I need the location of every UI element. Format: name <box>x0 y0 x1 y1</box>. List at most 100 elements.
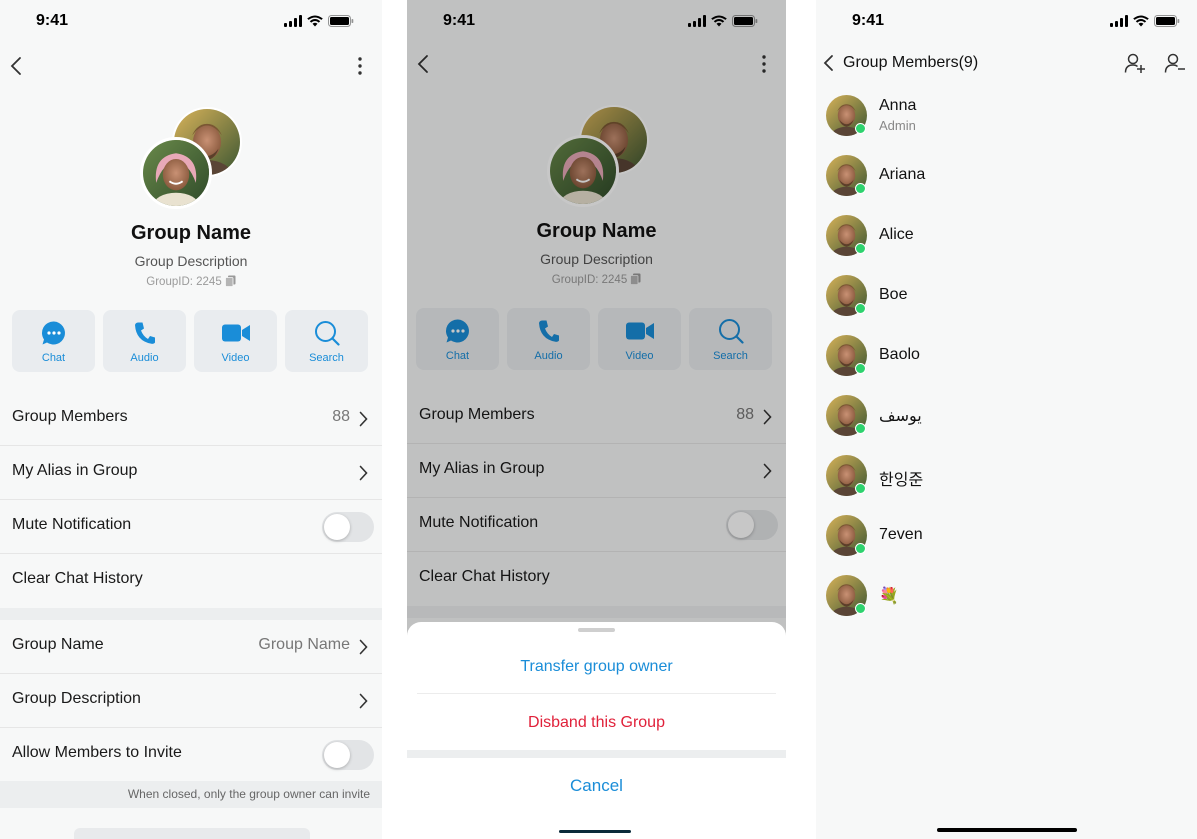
disband-group-option[interactable]: Disband this Group <box>417 694 776 750</box>
member-row[interactable]: Alice <box>826 215 1186 259</box>
online-indicator <box>855 303 866 314</box>
invite-hint: When closed, only the group owner can in… <box>0 781 382 808</box>
group-name-label: Group Name <box>12 636 104 653</box>
allow-invite-toggle[interactable] <box>322 740 374 770</box>
online-indicator <box>855 483 866 494</box>
transfer-owner-option[interactable]: Transfer group owner <box>417 638 776 694</box>
members-header: Group Members(9) <box>816 48 1197 78</box>
section-divider <box>0 608 382 620</box>
member-name: Anna <box>879 97 917 114</box>
chevron-right-icon <box>359 693 368 709</box>
group-avatar <box>140 107 244 211</box>
member-name: Boe <box>879 286 908 303</box>
online-indicator <box>855 603 866 614</box>
search-label: Search <box>309 352 344 364</box>
member-row[interactable]: Baolo <box>826 335 1186 379</box>
battery-icon <box>1154 15 1180 27</box>
chevron-right-icon <box>359 639 368 655</box>
home-indicator <box>559 830 631 833</box>
my-alias-row[interactable]: My Alias in Group <box>0 446 382 500</box>
home-indicator <box>937 828 1077 832</box>
clear-chat-history-label: Clear Chat History <box>12 570 143 587</box>
group-members-count: 88 <box>332 408 350 425</box>
status-time: 9:41 <box>36 12 69 29</box>
cancel-button[interactable]: Cancel <box>407 776 786 796</box>
allow-invite-label: Allow Members to Invite <box>12 744 182 761</box>
group-id-text: GroupID: 2245 <box>146 276 222 288</box>
more-vertical-icon[interactable] <box>352 55 368 77</box>
action-sheet: Transfer group owner Disband this Group … <box>407 622 786 839</box>
status-icons <box>284 15 354 27</box>
clear-chat-history-row[interactable]: Clear Chat History <box>0 554 382 608</box>
member-row[interactable]: Anna Admin <box>826 95 1186 139</box>
group-description-row[interactable]: Group Description <box>0 674 382 728</box>
member-row[interactable]: Boe <box>826 275 1186 319</box>
online-indicator <box>855 363 866 374</box>
member-row[interactable]: 💐 <box>826 575 1186 619</box>
online-indicator <box>855 123 866 134</box>
allow-invite-row: Allow Members to Invite <box>0 728 382 782</box>
phone-icon <box>134 322 155 344</box>
members-title: Group Members(9) <box>843 54 979 71</box>
mute-notification-row: Mute Notification <box>0 500 382 554</box>
group-description-label: Group Description <box>12 690 141 707</box>
member-name: 한잉준 <box>879 472 924 489</box>
group-settings-screen: 9:41 Group Name Group Description GroupI… <box>0 0 382 839</box>
signal-icon <box>284 15 302 27</box>
member-row[interactable]: يوسف <box>826 395 1186 439</box>
group-settings-sheet-screen: 9:41 Group Name Group Description GroupI… <box>407 0 786 839</box>
bottom-action-button[interactable] <box>74 828 310 839</box>
mute-notification-toggle[interactable] <box>322 512 374 542</box>
group-members-label: Group Members <box>12 408 128 425</box>
audio-button[interactable]: Audio <box>103 310 186 372</box>
search-icon <box>314 321 340 346</box>
group-description: Group Description <box>134 253 248 269</box>
back-arrow-icon[interactable] <box>821 54 835 72</box>
group-name-value: Group Name <box>258 636 350 653</box>
status-time: 9:41 <box>852 12 885 29</box>
member-role: Admin <box>879 118 916 133</box>
member-row[interactable]: 7even <box>826 515 1186 559</box>
my-alias-label: My Alias in Group <box>12 462 138 479</box>
group-title: Group Name <box>130 222 252 244</box>
remove-member-icon[interactable] <box>1164 52 1186 74</box>
member-name: Alice <box>879 226 914 243</box>
quick-actions: Chat Audio Video Search <box>12 310 368 372</box>
online-indicator <box>855 243 866 254</box>
back-arrow-icon[interactable] <box>7 54 25 78</box>
search-button[interactable]: Search <box>285 310 368 372</box>
status-icons <box>1110 15 1180 27</box>
chevron-right-icon <box>359 465 368 481</box>
member-row[interactable]: 한잉준 <box>826 455 1186 499</box>
member-name: يوسف <box>879 408 922 425</box>
sheet-divider <box>407 750 786 758</box>
group-id: GroupID: 2245 <box>0 275 382 288</box>
member-name: 7even <box>879 526 923 543</box>
online-indicator <box>855 423 866 434</box>
wifi-icon <box>1133 15 1149 27</box>
status-bar: 9:41 <box>816 0 1197 44</box>
toggle-knob <box>324 514 350 540</box>
member-row[interactable]: Ariana <box>826 155 1186 199</box>
chat-button[interactable]: Chat <box>12 310 95 372</box>
battery-icon <box>328 15 354 27</box>
chat-label: Chat <box>41 352 66 364</box>
video-label: Video <box>221 352 250 364</box>
wifi-icon <box>307 15 323 27</box>
group-name-row[interactable]: Group Name Group Name <box>0 620 382 674</box>
member-name: Baolo <box>879 346 920 363</box>
mute-notification-label: Mute Notification <box>12 516 132 533</box>
status-bar: 9:41 <box>0 0 382 44</box>
video-button[interactable]: Video <box>194 310 277 372</box>
add-member-icon[interactable] <box>1124 52 1146 74</box>
chevron-right-icon <box>359 411 368 427</box>
audio-label: Audio <box>130 352 159 364</box>
copy-icon[interactable] <box>224 275 236 287</box>
online-indicator <box>855 543 866 554</box>
sheet-handle[interactable] <box>578 628 615 632</box>
member-name: Ariana <box>879 166 926 183</box>
chat-bubble-icon <box>41 321 65 345</box>
group-members-row[interactable]: Group Members 88 <box>0 392 382 446</box>
video-camera-icon <box>221 324 250 342</box>
signal-icon <box>1110 15 1128 27</box>
